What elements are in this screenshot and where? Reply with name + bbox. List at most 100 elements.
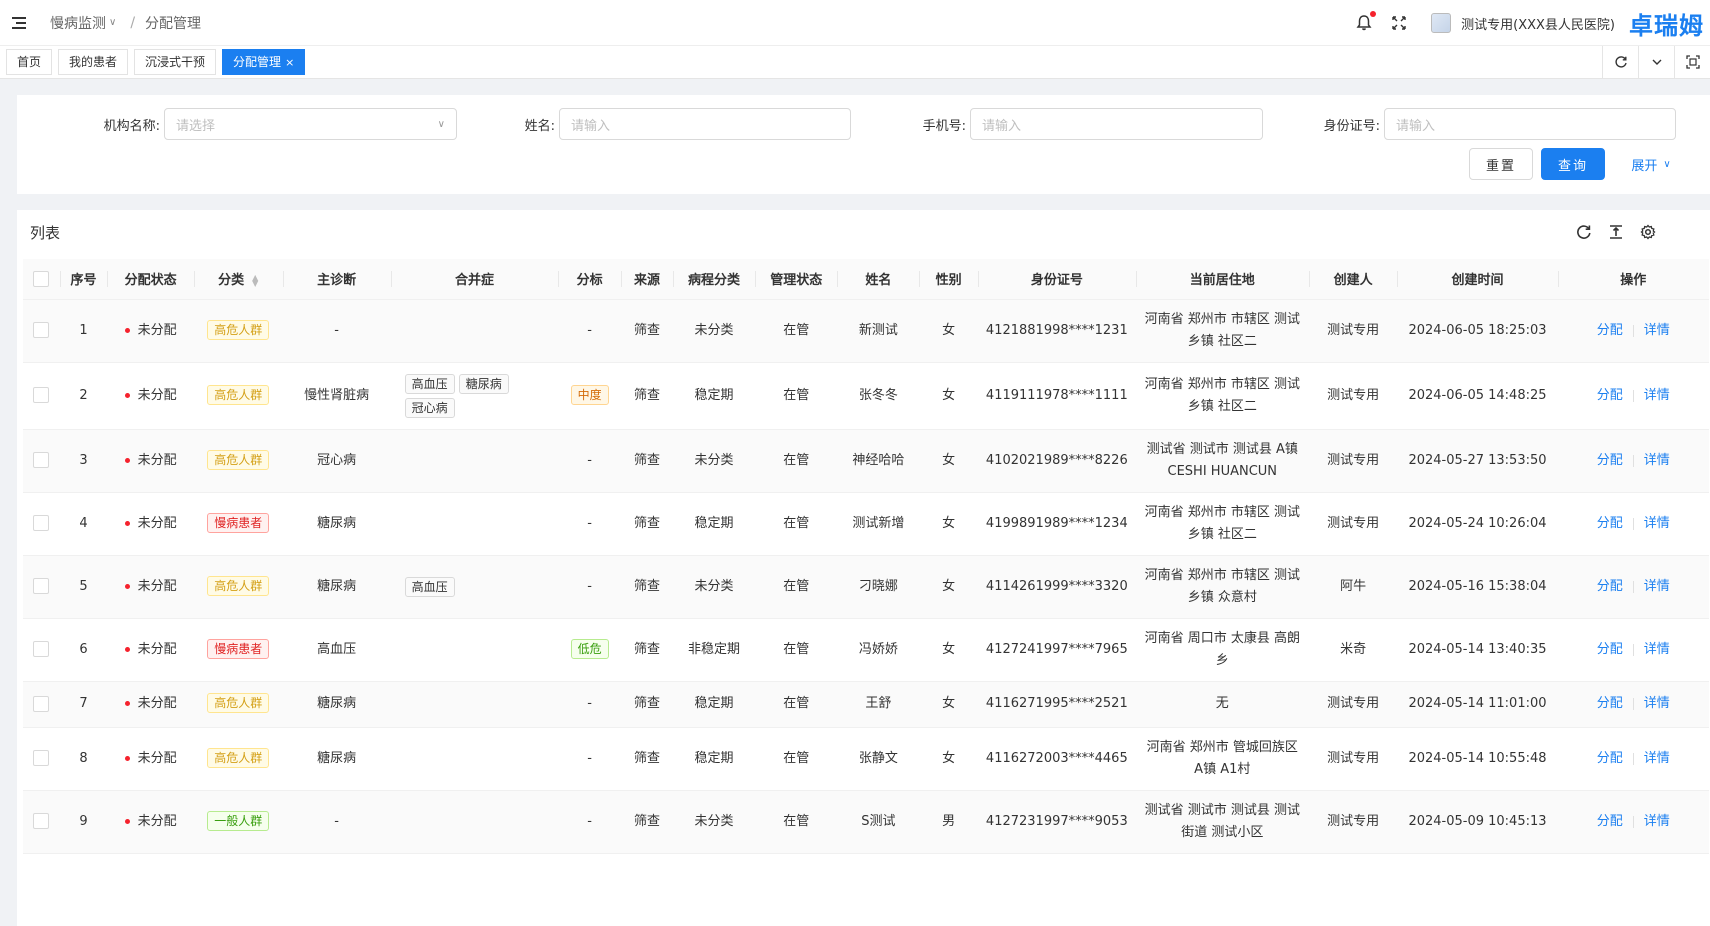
course-cell: 稳定期 bbox=[672, 681, 756, 728]
row-number: 5 bbox=[59, 555, 108, 619]
table-row[interactable]: 1 未分配 高危人群 - - 筛查 未分类 在管 新测试女 4121881998****1231 河… bbox=[23, 299, 1709, 363]
created-time-cell: 2024-05-14 13:40:35 bbox=[1397, 618, 1558, 682]
menu-toggle-icon[interactable] bbox=[12, 13, 32, 33]
name-label: 姓名: bbox=[524, 118, 555, 134]
id-input[interactable]: 请输入 bbox=[1384, 108, 1676, 140]
assign-button[interactable]: 分配 bbox=[1597, 576, 1623, 598]
avatar[interactable] bbox=[1431, 13, 1452, 33]
detail-button[interactable]: 详情 bbox=[1644, 450, 1670, 472]
assign-status: 未分配 bbox=[107, 429, 194, 493]
sort-icon[interactable]: ▲ ▼ bbox=[252, 273, 258, 287]
created-time-cell: 2024-05-27 13:53:50 bbox=[1397, 429, 1558, 493]
expand-button[interactable]: 展开 ∨ bbox=[1621, 148, 1681, 180]
assign-button[interactable]: 分配 bbox=[1597, 639, 1623, 661]
creator-cell: 测试专用 bbox=[1308, 727, 1398, 791]
assign-button[interactable]: 分配 bbox=[1597, 811, 1623, 833]
column-height-icon[interactable] bbox=[1607, 223, 1625, 241]
assign-status: 未分配 bbox=[107, 492, 194, 556]
fullscreen-icon[interactable] bbox=[1391, 15, 1407, 31]
table-row[interactable]: 7 未分配 高危人群 糖尿病 - 筛查 稳定期 在管 王舒女 4116271995****2521… bbox=[23, 681, 1709, 728]
query-button[interactable]: 查询 bbox=[1541, 148, 1605, 180]
assign-button[interactable]: 分配 bbox=[1597, 513, 1623, 535]
address-cell: 河南省 郑州市 市辖区 测试乡镇 社区二 bbox=[1135, 299, 1309, 363]
assign-status-text: 未分配 bbox=[137, 322, 177, 338]
table-header-row: 序号 分配状态 分类 ▲ ▼ 主诊断 合并症 分标 来源 病程分类 管理状态 姓名 … bbox=[23, 259, 1709, 300]
reload-icon[interactable] bbox=[1575, 223, 1593, 241]
action-divider bbox=[1632, 815, 1634, 828]
id-label: 身份证号: bbox=[1323, 118, 1380, 134]
assign-button[interactable]: 分配 bbox=[1597, 693, 1623, 715]
manage-status-cell: 在管 bbox=[755, 362, 838, 430]
assign-button[interactable]: 分配 bbox=[1597, 748, 1623, 770]
select-all-checkbox[interactable] bbox=[33, 270, 50, 287]
row-checkbox[interactable] bbox=[33, 641, 50, 657]
category-cell: 高危人群 bbox=[193, 681, 283, 728]
settings-gear-icon[interactable] bbox=[1639, 223, 1657, 241]
creator-cell: 阿牛 bbox=[1308, 555, 1398, 619]
detail-button[interactable]: 详情 bbox=[1644, 576, 1670, 598]
table-row[interactable]: 2 未分配 高危人群 慢性肾脏病 高血压 糖尿病 冠心病 中度 筛查 稳定期 在管 张冬冬女 41191… bbox=[23, 362, 1709, 430]
row-checkbox[interactable] bbox=[33, 695, 50, 712]
table-row[interactable]: 8 未分配 高危人群 糖尿病 - 筛查 稳定期 在管 张静文女 4116272003****446… bbox=[23, 727, 1709, 791]
detail-button[interactable]: 详情 bbox=[1644, 811, 1670, 833]
detail-button[interactable]: 详情 bbox=[1644, 385, 1670, 407]
row-checkbox[interactable] bbox=[33, 322, 50, 338]
row-checkbox[interactable] bbox=[33, 452, 50, 468]
patient-table: 序号 分配状态 分类 ▲ ▼ 主诊断 合并症 分标 来源 病程分类 管理状态 姓名 … bbox=[23, 259, 1709, 854]
manage-status-cell: 在管 bbox=[755, 618, 838, 682]
table-row[interactable]: 5 未分配 高危人群 糖尿病 高血压 - 筛查 未分类 在管 刁晓娜女 4114261999****… bbox=[23, 555, 1709, 619]
assign-button[interactable]: 分配 bbox=[1597, 320, 1623, 342]
row-checkbox[interactable] bbox=[33, 387, 50, 403]
row-checkbox[interactable] bbox=[33, 515, 50, 531]
tab-assignment-management[interactable]: 分配管理 × bbox=[222, 49, 306, 75]
col-header-category[interactable]: 分类 ▲ ▼ bbox=[193, 259, 283, 300]
assign-button[interactable]: 分配 bbox=[1597, 450, 1623, 472]
table-row[interactable]: 4 未分配 慢病患者 糖尿病 - 筛查 稳定期 在管 测试新增女 4199891989****12… bbox=[23, 492, 1709, 556]
chevron-down-icon: ∨ bbox=[1663, 158, 1671, 170]
phone-input[interactable]: 请输入 bbox=[970, 108, 1263, 140]
name-field: 姓名: 请输入 bbox=[493, 108, 851, 140]
col-header-label: 分类 bbox=[218, 273, 245, 289]
notification-bell-icon[interactable] bbox=[1355, 11, 1377, 32]
address-cell: 测试省 测试市 测试县 A镇 CESHI HUANCUN bbox=[1135, 429, 1309, 493]
category-cell: 高危人群 bbox=[193, 299, 283, 363]
grade-cell: - bbox=[558, 727, 622, 791]
address-cell: 河南省 周口市 太康县 高朗乡 bbox=[1135, 618, 1309, 682]
refresh-icon[interactable] bbox=[1602, 46, 1638, 78]
assign-button[interactable]: 分配 bbox=[1597, 385, 1623, 407]
id-number-cell: 4102021989****8226 bbox=[977, 429, 1136, 493]
comorbidity-cell bbox=[390, 299, 559, 363]
org-name[interactable]: 测试专用(XXX县人民医院) bbox=[1461, 14, 1615, 33]
table-row[interactable]: 3 未分配 高危人群 冠心病 - 筛查 未分类 在管 神经哈哈女 4102021989****82… bbox=[23, 429, 1709, 493]
chevron-down-icon[interactable] bbox=[1638, 46, 1674, 78]
detail-button[interactable]: 详情 bbox=[1644, 320, 1670, 342]
id-field: 身份证号: 请输入 bbox=[1307, 108, 1676, 140]
table-row[interactable]: 9 未分配 一般人群 - - 筛查 未分类 在管 S测试男 4127231997****9053 测… bbox=[23, 790, 1709, 854]
row-checkbox[interactable] bbox=[33, 813, 50, 829]
patient-name-cell: 神经哈哈 bbox=[837, 429, 920, 493]
close-icon[interactable]: × bbox=[285, 56, 294, 69]
org-select[interactable]: 请选择 ∨ bbox=[164, 108, 457, 140]
comorbidity-tag: 高血压 bbox=[404, 373, 455, 394]
row-checkbox[interactable] bbox=[33, 578, 50, 594]
maximize-icon[interactable] bbox=[1674, 46, 1710, 78]
tab-immersive-intervention[interactable]: 沉浸式干预 bbox=[134, 49, 217, 75]
name-input[interactable]: 请输入 bbox=[559, 108, 851, 140]
id-number-cell: 4121881998****1231 bbox=[977, 299, 1136, 363]
tab-home[interactable]: 首页 bbox=[6, 49, 53, 75]
list-title: 列表 bbox=[30, 224, 61, 242]
detail-button[interactable]: 详情 bbox=[1644, 693, 1670, 715]
detail-button[interactable]: 详情 bbox=[1644, 748, 1670, 770]
reset-button[interactable]: 重置 bbox=[1469, 148, 1533, 180]
detail-button[interactable]: 详情 bbox=[1644, 639, 1670, 661]
course-cell: 未分类 bbox=[672, 429, 756, 493]
id-number-cell: 4116272003****4465 bbox=[977, 727, 1136, 791]
table-row[interactable]: 6 未分配 慢病患者 高血压 低危 筛查 非稳定期 在管 冯娇娇女 4127241997****7… bbox=[23, 618, 1709, 682]
col-header: 合并症 bbox=[390, 259, 559, 300]
tab-my-patients[interactable]: 我的患者 bbox=[58, 49, 129, 75]
detail-button[interactable]: 详情 bbox=[1644, 513, 1670, 535]
row-checkbox[interactable] bbox=[33, 750, 50, 766]
diagnosis-cell: 糖尿病 bbox=[282, 492, 391, 556]
breadcrumb-item-module[interactable]: 慢病监测 bbox=[50, 13, 106, 33]
grade-tag: 中度 bbox=[570, 384, 609, 405]
